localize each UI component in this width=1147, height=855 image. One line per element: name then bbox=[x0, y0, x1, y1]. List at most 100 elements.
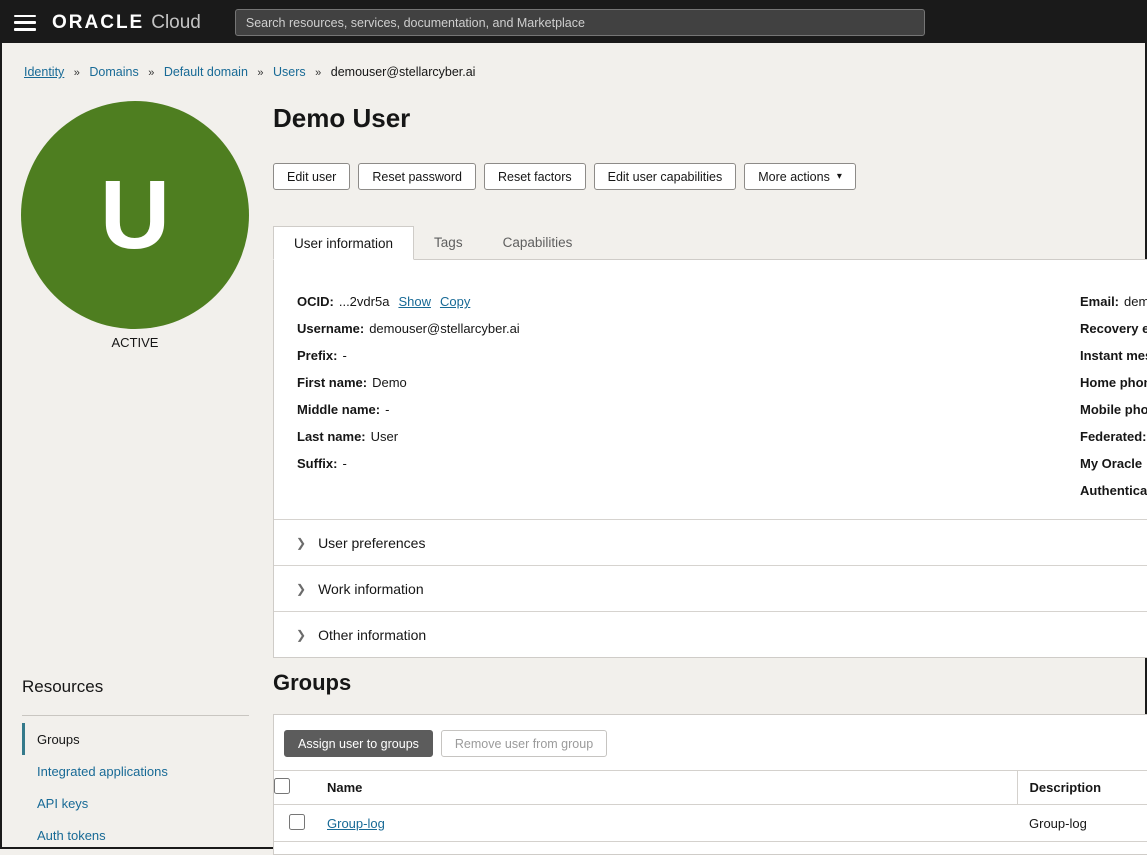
mobile-phone-label: Mobile pho bbox=[1080, 402, 1147, 417]
sidebar-item-auth-tokens[interactable]: Auth tokens bbox=[22, 819, 249, 851]
brand-oracle: ORACLE bbox=[52, 12, 144, 34]
ocid-show-link[interactable]: Show bbox=[398, 294, 431, 309]
tab-tags[interactable]: Tags bbox=[414, 225, 483, 259]
instant-messaging-label: Instant mes bbox=[1080, 348, 1147, 363]
assign-user-to-groups-button[interactable]: Assign user to groups bbox=[284, 730, 433, 757]
prefix-value: - bbox=[342, 348, 346, 363]
table-row: Group-log Group-log bbox=[274, 805, 1147, 842]
field-mobile-phone: Mobile pho bbox=[1080, 396, 1147, 423]
suffix-label: Suffix: bbox=[297, 456, 337, 471]
resources-divider bbox=[22, 715, 249, 716]
breadcrumb: Identity » Domains » Default domain » Us… bbox=[24, 65, 475, 79]
remove-user-from-group-button[interactable]: Remove user from group bbox=[441, 730, 607, 757]
tab-capabilities[interactable]: Capabilities bbox=[483, 225, 593, 259]
groups-buttons: Assign user to groups Remove user from g… bbox=[274, 730, 1147, 757]
section-work-information[interactable]: ❯ Work information bbox=[274, 565, 1147, 611]
action-buttons: Edit user Reset password Reset factors E… bbox=[273, 163, 856, 190]
ocid-label: OCID: bbox=[297, 294, 334, 309]
select-all-checkbox[interactable] bbox=[274, 778, 290, 794]
reset-factors-button[interactable]: Reset factors bbox=[484, 163, 586, 190]
oci-user-details-page: { "topbar": { "brand_primary": "ORACLE",… bbox=[0, 0, 1147, 849]
username-value: demouser@stellarcyber.ai bbox=[369, 321, 519, 336]
field-authentication: Authentica bbox=[1080, 477, 1147, 504]
field-first-name: First name: Demo bbox=[297, 369, 1147, 396]
breadcrumb-identity[interactable]: Identity bbox=[24, 65, 64, 79]
breadcrumb-users[interactable]: Users bbox=[273, 65, 306, 79]
page-title: Demo User bbox=[273, 103, 410, 134]
groups-heading: Groups bbox=[273, 670, 351, 696]
breadcrumb-separator: » bbox=[315, 67, 321, 79]
description-column-header: Description bbox=[1017, 771, 1147, 805]
resources-list: Groups Integrated applications API keys … bbox=[22, 723, 249, 851]
tab-bar: User information Tags Capabilities bbox=[273, 225, 592, 259]
home-phone-label: Home phon bbox=[1080, 375, 1147, 390]
federated-label: Federated: bbox=[1080, 429, 1146, 444]
middle-name-label: Middle name: bbox=[297, 402, 380, 417]
email-value: dem bbox=[1124, 294, 1147, 309]
field-prefix: Prefix: - bbox=[297, 342, 1147, 369]
breadcrumb-current: demouser@stellarcyber.ai bbox=[331, 65, 476, 79]
brand-cloud: Cloud bbox=[151, 12, 201, 34]
field-username: Username: demouser@stellarcyber.ai bbox=[297, 315, 1147, 342]
first-name-label: First name: bbox=[297, 375, 367, 390]
last-name-value: User bbox=[371, 429, 398, 444]
last-name-label: Last name: bbox=[297, 429, 366, 444]
search-input[interactable] bbox=[235, 9, 925, 36]
top-navigation-bar: ORACLE Cloud bbox=[2, 2, 1145, 43]
field-last-name: Last name: User bbox=[297, 423, 1147, 450]
breadcrumb-default-domain[interactable]: Default domain bbox=[164, 65, 248, 79]
section-other-information-label: Other information bbox=[318, 627, 426, 643]
field-my-oracle: My Oracle bbox=[1080, 450, 1147, 477]
edit-user-capabilities-button[interactable]: Edit user capabilities bbox=[594, 163, 737, 190]
ocid-value: ...2vdr5a bbox=[339, 294, 390, 309]
tab-user-information[interactable]: User information bbox=[273, 226, 414, 260]
chevron-right-icon: ❯ bbox=[296, 628, 306, 642]
more-actions-label: More actions bbox=[758, 170, 830, 184]
sidebar-item-integrated-applications[interactable]: Integrated applications bbox=[22, 755, 249, 787]
name-column-header: Name bbox=[319, 771, 1017, 805]
field-middle-name: Middle name: - bbox=[297, 396, 1147, 423]
row-checkbox[interactable] bbox=[289, 814, 305, 830]
oracle-cloud-logo: ORACLE Cloud bbox=[52, 12, 201, 34]
first-name-value: Demo bbox=[372, 375, 407, 390]
groups-panel: Assign user to groups Remove user from g… bbox=[273, 714, 1147, 855]
edit-user-button[interactable]: Edit user bbox=[273, 163, 350, 190]
user-information-panel: OCID: ...2vdr5a Show Copy Username: demo… bbox=[273, 259, 1147, 658]
groups-table-header-row: Name Description bbox=[274, 771, 1147, 805]
breadcrumb-domains[interactable]: Domains bbox=[89, 65, 138, 79]
sidebar-item-api-keys[interactable]: API keys bbox=[22, 787, 249, 819]
section-user-preferences[interactable]: ❯ User preferences bbox=[274, 519, 1147, 565]
middle-name-value: - bbox=[385, 402, 389, 417]
breadcrumb-separator: » bbox=[148, 67, 154, 79]
status-badge: ACTIVE bbox=[21, 335, 249, 350]
user-info-fields: OCID: ...2vdr5a Show Copy Username: demo… bbox=[274, 260, 1147, 519]
field-federated: Federated: bbox=[1080, 423, 1147, 450]
section-user-preferences-label: User preferences bbox=[318, 535, 425, 551]
recovery-email-label: Recovery e bbox=[1080, 321, 1147, 336]
group-description-cell: Group-log bbox=[1017, 805, 1147, 842]
ocid-copy-link[interactable]: Copy bbox=[440, 294, 470, 309]
suffix-value: - bbox=[342, 456, 346, 471]
more-actions-button[interactable]: More actions ▾ bbox=[744, 163, 856, 190]
group-name-cell: Group-log bbox=[319, 805, 1017, 842]
section-other-information[interactable]: ❯ Other information bbox=[274, 611, 1147, 657]
avatar-initial: U bbox=[100, 159, 170, 271]
groups-table: Name Description Group-log Group-log bbox=[274, 770, 1147, 842]
user-avatar: U bbox=[21, 101, 249, 329]
field-suffix: Suffix: - bbox=[297, 450, 1147, 477]
field-email: Email: dem bbox=[1080, 288, 1147, 315]
authentication-label: Authentica bbox=[1080, 483, 1147, 498]
username-label: Username: bbox=[297, 321, 364, 336]
row-select-cell bbox=[274, 805, 319, 842]
breadcrumb-separator: » bbox=[257, 67, 263, 79]
email-label: Email: bbox=[1080, 294, 1119, 309]
hamburger-menu-icon[interactable] bbox=[14, 15, 36, 31]
breadcrumb-separator: » bbox=[74, 67, 80, 79]
resources-heading: Resources bbox=[22, 677, 103, 697]
field-home-phone: Home phon bbox=[1080, 369, 1147, 396]
reset-password-button[interactable]: Reset password bbox=[358, 163, 476, 190]
chevron-down-icon: ▾ bbox=[837, 171, 842, 182]
field-instant-messaging: Instant mes bbox=[1080, 342, 1147, 369]
sidebar-item-groups[interactable]: Groups bbox=[22, 723, 249, 755]
group-log-link[interactable]: Group-log bbox=[327, 816, 385, 831]
